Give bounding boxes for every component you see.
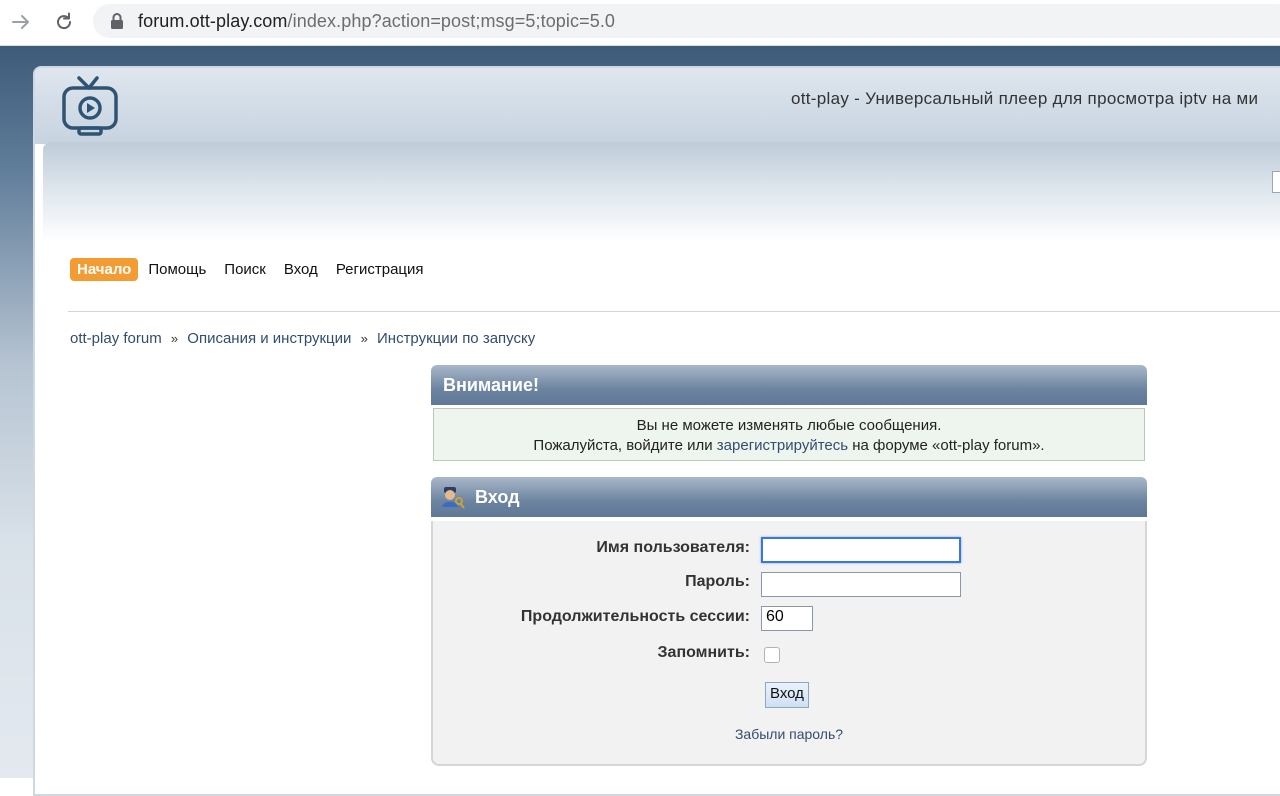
login-title: Вход	[475, 487, 520, 507]
menu-divider	[68, 311, 1280, 312]
password-input[interactable]	[761, 572, 961, 597]
tv-logo-icon[interactable]	[61, 72, 123, 138]
menu-item-login[interactable]: Вход	[284, 261, 318, 278]
attention-line-1: Вы не можете изменять любые сообщения.	[636, 417, 942, 434]
session-length-input[interactable]: 60	[761, 606, 813, 631]
quick-search-input[interactable]	[1272, 171, 1280, 193]
forgot-password-link[interactable]: Забыли пароль?	[433, 726, 1145, 742]
forward-button[interactable]	[8, 9, 34, 35]
site-title: ott-play - Универсальный плеер для просм…	[791, 89, 1259, 108]
address-bar[interactable]: forum.ott-play.com/index.php?action=post…	[93, 4, 1280, 38]
username-input[interactable]	[761, 537, 961, 563]
breadcrumb-item-instructions[interactable]: Инструкции по запуску	[377, 330, 535, 347]
attention-header: Внимание!	[431, 365, 1147, 405]
username-label: Имя пользователя:	[596, 539, 750, 556]
url-text: forum.ott-play.com/index.php?action=post…	[138, 11, 615, 32]
breadcrumb-item-forum[interactable]: ott-play forum	[70, 330, 162, 347]
remember-checkbox[interactable]	[764, 647, 780, 663]
url-path: /index.php?action=post;msg=5;topic=5.0	[287, 11, 616, 31]
attention-line-2: Пожалуйста, войдите или зарегистрируйтес…	[434, 436, 1144, 456]
user-key-icon	[442, 487, 465, 509]
menu-item-home[interactable]: Начало	[70, 258, 139, 281]
forum-wrapper: ott-play - Универсальный плеер для просм…	[33, 66, 1280, 796]
breadcrumb: ott-play forum » Описания и инструкции »…	[70, 330, 535, 347]
remember-label: Запомнить:	[657, 644, 750, 661]
attention-message: Вы не можете изменять любые сообщения. П…	[433, 408, 1145, 461]
login-header: Вход	[431, 477, 1147, 517]
breadcrumb-item-descriptions[interactable]: Описания и инструкции	[187, 330, 351, 347]
attention-text-after: на форуме «ott-play forum».	[848, 437, 1045, 454]
login-submit-button[interactable]: Вход	[765, 682, 809, 708]
menu-item-help[interactable]: Помощь	[148, 261, 206, 278]
main-menu: Начало Помощь Поиск Вход Регистрация	[70, 258, 442, 281]
login-form: Имя пользователя: Пароль: Продолжительно…	[431, 521, 1147, 766]
menu-item-search[interactable]: Поиск	[224, 261, 266, 278]
header-top: ott-play - Универсальный плеер для просм…	[35, 68, 1280, 144]
arrow-right-icon	[12, 15, 29, 29]
reload-icon	[57, 12, 72, 30]
session-length-label: Продолжительность сессии:	[520, 608, 750, 625]
header-band	[43, 142, 1280, 242]
reload-button[interactable]	[51, 9, 77, 35]
breadcrumb-separator: »	[170, 331, 179, 346]
url-domain: forum.ott-play.com	[138, 11, 288, 31]
register-link[interactable]: зарегистрируйтесь	[717, 437, 848, 454]
attention-text-before: Пожалуйста, войдите или	[533, 437, 717, 454]
menu-item-register[interactable]: Регистрация	[336, 261, 424, 278]
lock-icon	[111, 13, 123, 29]
breadcrumb-separator: »	[360, 331, 368, 346]
password-label: Пароль:	[685, 573, 750, 590]
browser-toolbar: forum.ott-play.com/index.php?action=post…	[0, 0, 1280, 46]
